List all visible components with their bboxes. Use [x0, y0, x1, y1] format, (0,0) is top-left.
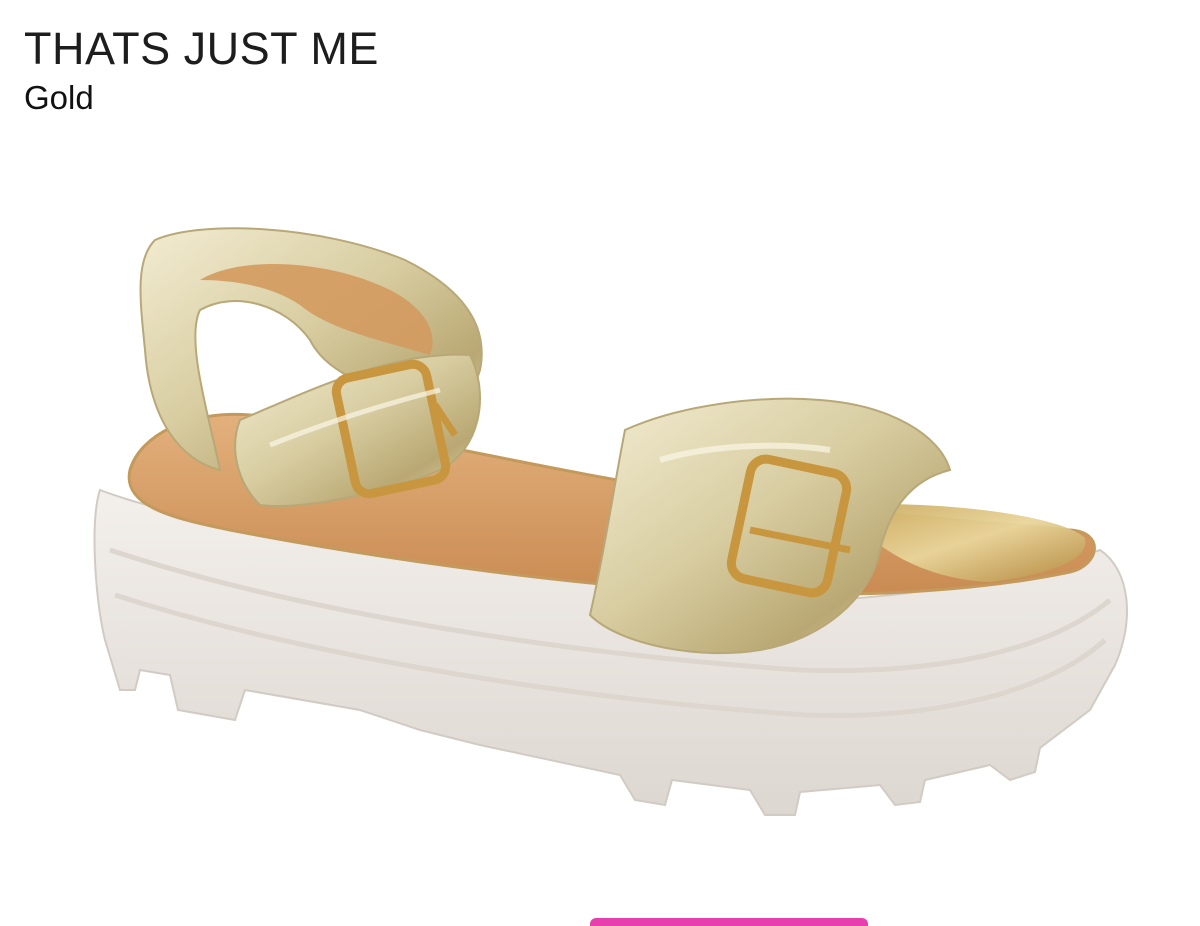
product-title: THATS JUST ME — [24, 23, 379, 74]
product-color: Gold — [24, 79, 94, 116]
bottom-accent-bar — [590, 918, 868, 926]
sandal-product-image — [93, 227, 1128, 816]
